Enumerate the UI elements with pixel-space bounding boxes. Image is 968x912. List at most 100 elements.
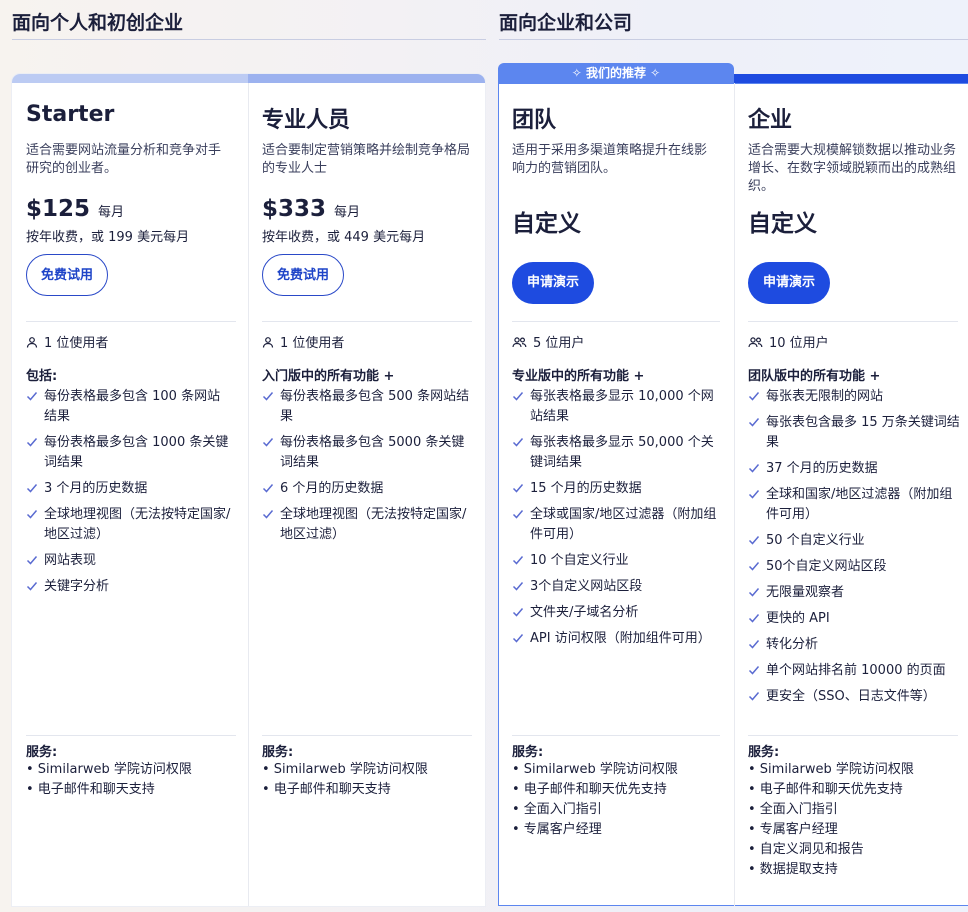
plan-card-team: 团队 适用于采用多渠道策略提升在线影响力的营销团队。 自定义 申请演示 5 位用… (512, 74, 720, 906)
service-item: • 全面入门指引 (512, 802, 602, 817)
plan-card-enterprise: 企业 适合需要大规模解锁数据以推动业务增长、在数字领域脱颖而出的成熟组织。 自定… (748, 74, 960, 906)
divider (512, 735, 720, 736)
free-trial-button[interactable]: 免费试用 (262, 254, 344, 296)
check-icon (512, 608, 524, 617)
user-count-label: 10 位用户 (769, 336, 829, 351)
feature-item: 15 个月的历史数据 (512, 479, 720, 499)
price-amount: $125 (26, 196, 91, 222)
services-list: • Similarweb 学院访问权限 • 电子邮件和聊天优先支持 • 全面入门… (512, 760, 678, 840)
check-icon (748, 490, 760, 499)
user-count: 1 位使用者 (26, 332, 108, 351)
price-period: 每月 (334, 205, 361, 220)
feature-list: 每份表格最多包含 100 条网站结果 每份表格最多包含 1000 条关键词结果 … (26, 387, 231, 603)
divider (26, 321, 236, 322)
services-list: • Similarweb 学院访问权限 • 电子邮件和聊天优先支持 • 全面入门… (748, 760, 914, 880)
section-divider-enterprise (499, 39, 968, 40)
feature-text: 转化分析 (766, 637, 819, 652)
service-item: • Similarweb 学院访问权限 (748, 762, 914, 777)
users-icon (748, 336, 763, 347)
plan-description: 适用于采用多渠道策略提升在线影响力的营销团队。 (512, 143, 708, 176)
plan-price: 自定义 (748, 211, 817, 237)
feature-text: 每份表格最多包含 500 条网站结果 (280, 389, 470, 424)
check-icon (262, 484, 274, 493)
feature-item: 每张表格最多显示 10,000 个网站结果 (512, 387, 720, 427)
feature-item: 每张表包含最多 15 万条关键词结果 (748, 413, 960, 453)
feature-item: 无限量观察者 (748, 583, 960, 603)
plan-description: 适合需要网站流量分析和竞争对手研究的创业者。 (26, 143, 222, 176)
user-count: 5 位用户 (512, 332, 584, 351)
plan-description: 适合要制定营销策略并绘制竞争格局的专业人士 (262, 143, 471, 176)
feature-list: 每张表无限制的网站 每张表包含最多 15 万条关键词结果 37 个月的历史数据 … (748, 387, 960, 713)
feature-text: 6 个月的历史数据 (280, 481, 384, 496)
check-icon (748, 392, 760, 401)
feature-text: 50个自定义网站区段 (766, 559, 887, 574)
check-icon (262, 438, 274, 447)
services-heading: 服务: (26, 745, 58, 760)
check-icon (748, 614, 760, 623)
divider (262, 735, 472, 736)
users-icon (512, 336, 527, 347)
check-icon (512, 484, 524, 493)
user-icon (26, 336, 38, 348)
feature-item: 转化分析 (748, 635, 960, 655)
divider (512, 321, 720, 322)
feature-item: 每份表格最多包含 100 条网站结果 (26, 387, 231, 427)
request-demo-button[interactable]: 申请演示 (748, 262, 830, 304)
service-item: • 电子邮件和聊天支持 (262, 782, 391, 797)
plan-name: Starter (26, 102, 115, 127)
feature-text: 更快的 API (766, 611, 830, 626)
check-icon (512, 510, 524, 519)
check-icon (748, 464, 760, 473)
feature-item: 50个自定义网站区段 (748, 557, 960, 577)
free-trial-button[interactable]: 免费试用 (26, 254, 108, 296)
feature-item: 50 个自定义行业 (748, 531, 960, 551)
feature-item: 更安全（SSO、日志文件等） (748, 687, 960, 707)
feature-text: 更安全（SSO、日志文件等） (766, 689, 936, 704)
feature-item: 全球或国家/地区过滤器（附加组件可用） (512, 505, 720, 545)
service-item: • Similarweb 学院访问权限 (262, 762, 428, 777)
feature-text: 全球或国家/地区过滤器（附加组件可用） (530, 507, 717, 542)
feature-item: 全球地理视图（无法按特定国家/地区过滤） (262, 505, 470, 545)
feature-text: 全球和国家/地区过滤器（附加组件可用） (766, 487, 953, 522)
feature-text: 全球地理视图（无法按特定国家/地区过滤） (44, 507, 231, 542)
feature-text: 每张表包含最多 15 万条关键词结果 (766, 415, 960, 450)
check-icon (512, 392, 524, 401)
plan-name: 团队 (512, 108, 557, 133)
feature-item: 3 个月的历史数据 (26, 479, 231, 499)
check-icon (26, 556, 38, 565)
feature-text: API 访问权限（附加组件可用） (530, 631, 711, 646)
plan-name: 企业 (748, 108, 793, 133)
feature-item: 6 个月的历史数据 (262, 479, 470, 499)
billing-note: 按年收费，或 449 美元每月 (262, 230, 426, 245)
plan-card-starter: Starter 适合需要网站流量分析和竞争对手研究的创业者。 $125 每月 按… (26, 74, 236, 906)
service-item: • 专属客户经理 (748, 822, 838, 837)
check-icon (748, 666, 760, 675)
plan-price: 自定义 (512, 211, 581, 237)
feature-item: API 访问权限（附加组件可用） (512, 629, 720, 649)
divider (26, 735, 236, 736)
user-count-label: 1 位使用者 (280, 336, 345, 351)
column-separator (734, 83, 735, 906)
feature-item: 3个自定义网站区段 (512, 577, 720, 597)
user-icon (262, 336, 274, 348)
plan-card-professional: 专业人员 适合要制定营销策略并绘制竞争格局的专业人士 $333 每月 按年收费，… (262, 74, 472, 906)
check-icon (748, 588, 760, 597)
feature-text: 50 个自定义行业 (766, 533, 865, 548)
service-item: • 专属客户经理 (512, 822, 602, 837)
feature-text: 每张表格最多显示 50,000 个关键词结果 (530, 435, 714, 470)
feature-text: 全球地理视图（无法按特定国家/地区过滤） (280, 507, 467, 542)
plan-name: 专业人员 (262, 108, 351, 133)
check-icon (26, 392, 38, 401)
user-count: 10 位用户 (748, 332, 829, 351)
request-demo-button[interactable]: 申请演示 (512, 262, 594, 304)
feature-text: 每份表格最多包含 5000 条关键词结果 (280, 435, 465, 470)
feature-item: 每张表格最多显示 50,000 个关键词结果 (512, 433, 720, 473)
service-item: • 电子邮件和聊天支持 (26, 782, 155, 797)
plan-description: 适合需要大规模解锁数据以推动业务增长、在数字领域脱颖而出的成熟组织。 (748, 143, 957, 194)
feature-text: 每张表格最多显示 10,000 个网站结果 (530, 389, 714, 424)
feature-text: 3个自定义网站区段 (530, 579, 643, 594)
feature-item: 每张表无限制的网站 (748, 387, 960, 407)
feature-text: 37 个月的历史数据 (766, 461, 878, 476)
check-icon (748, 418, 760, 427)
check-icon (262, 510, 274, 519)
